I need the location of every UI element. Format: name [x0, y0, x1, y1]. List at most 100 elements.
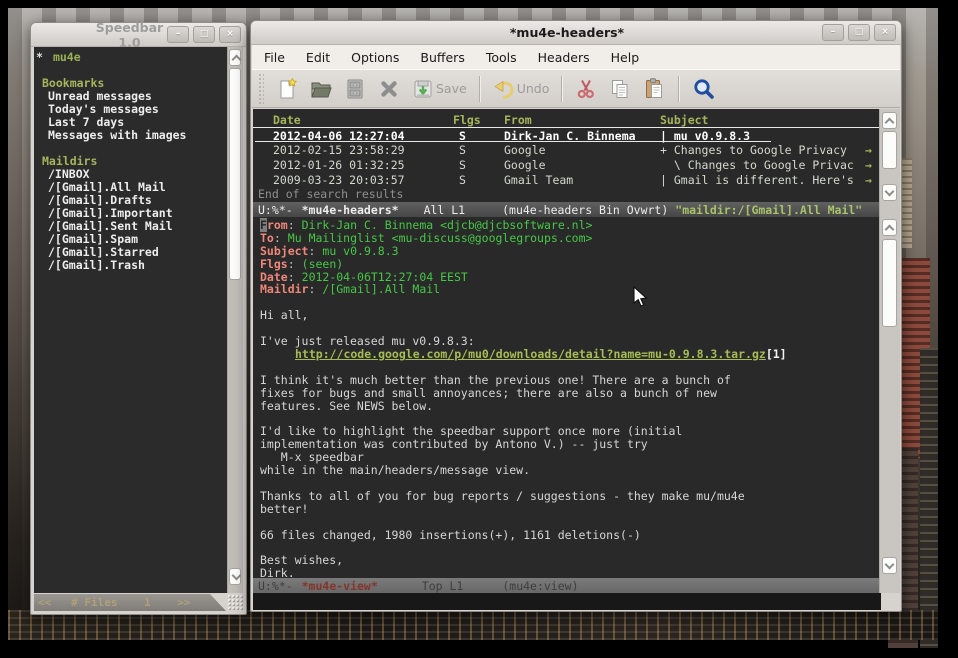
field-value-maildir: /[Gmail].All Mail	[322, 282, 440, 296]
modeline-major-mode: (mu4e:view)	[502, 579, 578, 593]
row-from: Gmail Team	[504, 173, 573, 187]
menu-file[interactable]: File	[264, 50, 285, 65]
field-label-flags: Flgs	[260, 258, 295, 271]
view-scrollbar-thumb[interactable]	[882, 239, 897, 327]
close-x-icon	[377, 77, 401, 101]
speedbar-scrollbar[interactable]	[227, 47, 243, 593]
scroll-down-button[interactable]	[882, 184, 897, 201]
speedbar-window-title: Speedbar 1.0	[96, 20, 163, 50]
new-file-button[interactable]	[270, 74, 304, 104]
resize-grip[interactable]	[881, 593, 900, 610]
paste-button[interactable]	[637, 74, 671, 104]
new-file-icon	[275, 77, 299, 101]
modeline-position: Top L1	[422, 579, 464, 593]
speedbar-item-important[interactable]: /[Gmail].Important	[34, 206, 227, 219]
row-from: Google	[504, 143, 546, 157]
speedbar-item-messages-with-images[interactable]: Messages with images	[34, 128, 227, 141]
close-button[interactable]: ×	[219, 26, 241, 43]
message-body-intro: Hi all, I've just released mu v0.9.8.3:	[260, 296, 879, 348]
headers-scrollbar-thumb[interactable]	[882, 131, 897, 169]
speedbar-item-starred[interactable]: /[Gmail].Starred	[34, 245, 227, 258]
speedbar-item-sent-mail[interactable]: /[Gmail].Sent Mail	[34, 219, 227, 232]
minimize-button[interactable]: –	[822, 24, 844, 41]
tool-bar: Save Undo	[252, 69, 900, 108]
header-row[interactable]: 2009-03-23 20:03:57 S Gmail Team | Gmail…	[253, 172, 879, 187]
scroll-down-button[interactable]	[229, 568, 241, 585]
minimize-button[interactable]: –	[167, 26, 189, 43]
open-folder-button[interactable]	[304, 74, 338, 104]
speedbar-item-trash[interactable]: /[Gmail].Trash	[34, 258, 227, 271]
truncation-arrow-icon: →	[865, 143, 872, 157]
scroll-up-button[interactable]	[882, 112, 897, 129]
mu4e-view-pane: FromDirk-Jan C. Binnema <djcb@djcbsoftwa…	[253, 217, 879, 578]
search-button[interactable]	[686, 74, 722, 104]
emacs-titlebar[interactable]: *mu4e-headers* – □ ×	[251, 21, 901, 45]
row-flags: S	[459, 173, 466, 187]
scroll-up-button[interactable]	[882, 219, 897, 236]
scrollbar-thumb[interactable]	[229, 68, 241, 280]
column-subject[interactable]: Subject	[660, 113, 708, 127]
download-link[interactable]: http://code.google.com/p/mu0/downloads/d…	[295, 347, 766, 361]
truncation-arrow-icon: →	[865, 173, 872, 187]
field-label-maildir: Maildir	[260, 283, 315, 296]
maximize-button[interactable]: □	[193, 26, 215, 43]
resize-grip[interactable]	[227, 594, 243, 611]
menu-headers[interactable]: Headers	[538, 50, 590, 65]
emacs-window: *mu4e-headers* – □ × File Edit Options B…	[250, 20, 902, 612]
file-cabinet-button[interactable]	[338, 74, 372, 104]
undo-button[interactable]: Undo	[487, 74, 555, 104]
delete-button[interactable]	[372, 74, 406, 104]
menu-edit[interactable]: Edit	[306, 50, 330, 65]
toolbar-drag-handle[interactable]	[258, 73, 264, 105]
speedbar-root-line[interactable]: *mu4e	[34, 50, 227, 63]
maximize-button[interactable]: □	[848, 24, 870, 41]
undo-icon	[492, 77, 516, 101]
speedbar-root-label[interactable]: mu4e	[53, 50, 81, 64]
header-row[interactable]: 2012-02-15 23:58:29 S Google + Changes t…	[253, 142, 879, 157]
header-row[interactable]: 2012-01-26 01:32:25 S Google \ Changes t…	[253, 157, 879, 172]
speedbar-item-spam[interactable]: /[Gmail].Spam	[34, 232, 227, 245]
cut-button[interactable]	[569, 74, 603, 104]
row-subject: \ Changes to Google Privac	[660, 158, 854, 172]
save-button[interactable]: Save	[406, 74, 472, 104]
speedbar-item-inbox[interactable]: /INBOX	[34, 167, 227, 180]
row-date: 2009-03-23 20:03:57	[273, 173, 405, 187]
speedbar-item-drafts[interactable]: /[Gmail].Drafts	[34, 193, 227, 206]
field-value-date: 2012-04-06T12:27:04 EEST	[302, 270, 468, 284]
toolbar-separator	[479, 76, 480, 102]
row-from: Dirk-Jan C. Binnema	[504, 129, 636, 143]
speedbar-titlebar[interactable]: Speedbar 1.0 – □ ×	[31, 23, 246, 47]
row-date: 2012-01-26 01:32:25	[273, 158, 405, 172]
mode-line-headers[interactable]: U:%*- *mu4e-headers* All L1 (mu4e-header…	[253, 202, 879, 217]
modeline-coding-flags: U:%*-	[258, 579, 293, 593]
speedbar-item-unread-messages[interactable]: Unread messages	[34, 89, 227, 102]
close-button[interactable]: ×	[874, 24, 896, 41]
speedbar-item-todays-messages[interactable]: Today's messages	[34, 102, 227, 115]
speedbar-item-all-mail[interactable]: /[Gmail].All Mail	[34, 180, 227, 193]
wallpaper-building	[920, 348, 938, 648]
row-date: 2012-04-06 12:27:04	[273, 129, 405, 143]
menu-help[interactable]: Help	[611, 50, 640, 65]
field-value-flags: (seen)	[302, 257, 344, 271]
echo-area[interactable]	[253, 593, 881, 610]
save-icon	[411, 77, 435, 101]
mode-line-view[interactable]: U:%*- *mu4e-view* Top L1 (mu4e:view)	[253, 578, 879, 593]
scroll-up-button[interactable]	[229, 49, 241, 66]
speedbar-statusbar: << # Files 1 >>	[34, 594, 226, 611]
field-label-subject: Subject	[260, 245, 315, 258]
menu-options[interactable]: Options	[351, 50, 399, 65]
scroll-down-button[interactable]	[882, 557, 897, 574]
column-from[interactable]: From	[504, 113, 532, 127]
column-date[interactable]: Date	[273, 113, 301, 127]
copy-button[interactable]	[603, 74, 637, 104]
row-from: Google	[504, 158, 546, 172]
menu-tools[interactable]: Tools	[486, 50, 517, 65]
speedbar-item-last-7-days[interactable]: Last 7 days	[34, 115, 227, 128]
search-icon	[691, 76, 717, 102]
menu-buffers[interactable]: Buffers	[420, 50, 464, 65]
mu4e-headers-pane: Date Flgs From Subject 2012-04-06 12:27:…	[253, 109, 879, 202]
end-of-search-results: End of search results	[253, 187, 879, 202]
header-row-selected[interactable]: 2012-04-06 12:27:04 S Dirk-Jan C. Binnem…	[253, 127, 879, 142]
modeline-search-query: "maildir:/[Gmail].All Mail"	[675, 203, 862, 217]
column-flags[interactable]: Flgs	[453, 113, 481, 127]
